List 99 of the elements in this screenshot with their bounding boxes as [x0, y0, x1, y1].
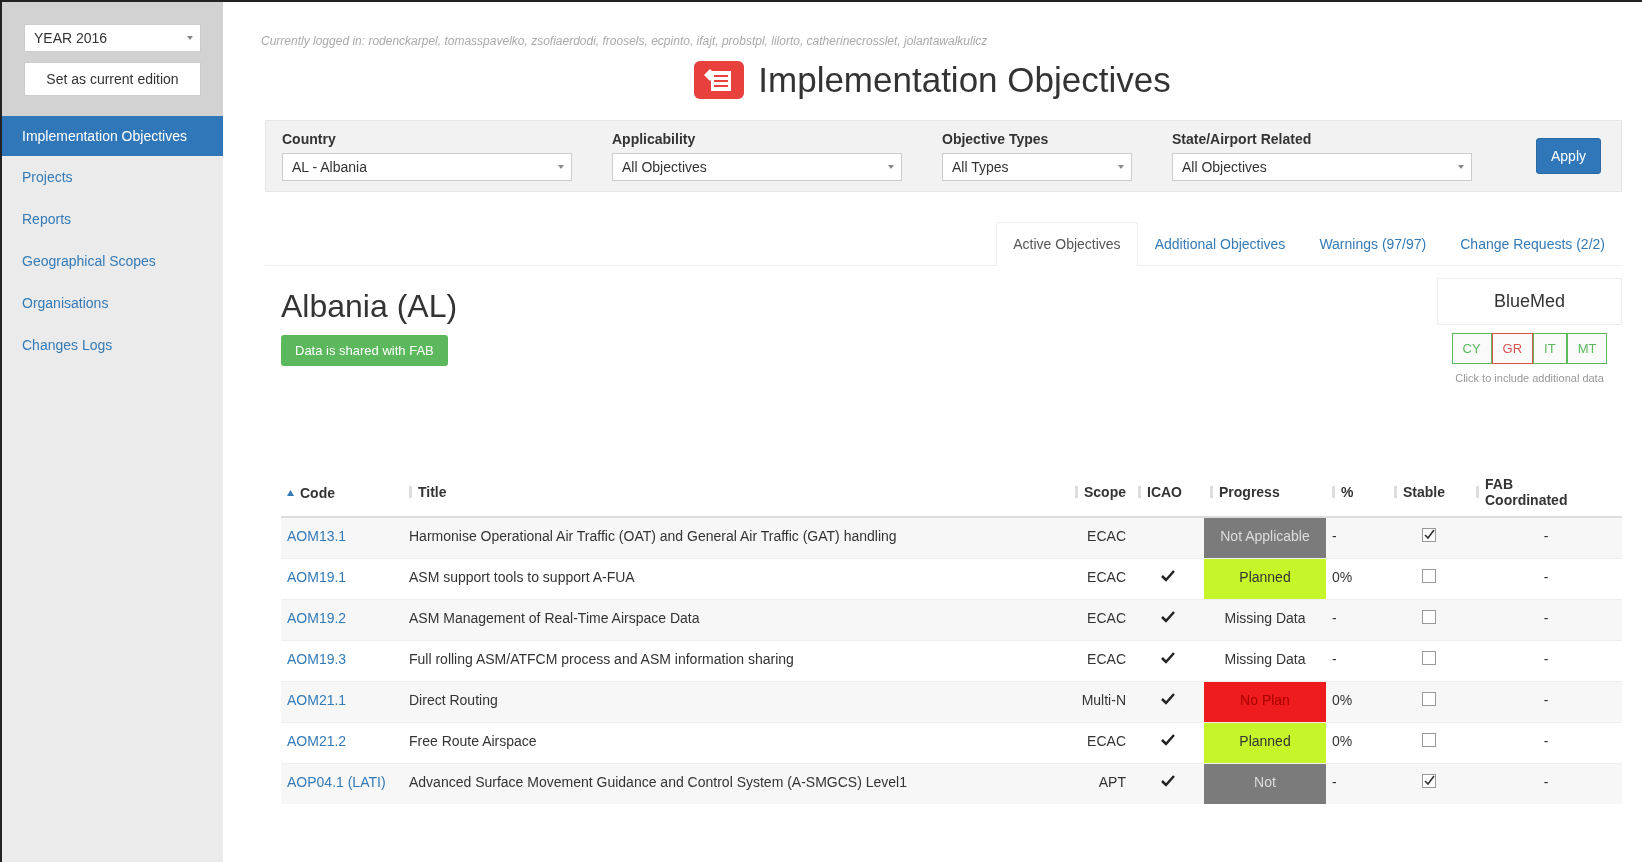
table-cell: -	[1543, 569, 1549, 585]
filter-label: Applicability	[612, 131, 697, 147]
objective-code-link[interactable]: AOM19.2	[287, 610, 347, 626]
filter-select[interactable]: All Types	[942, 153, 1132, 181]
stable-checkbox[interactable]	[1422, 610, 1436, 624]
caret-icon	[1457, 163, 1465, 171]
country-chip[interactable]: CY	[1451, 333, 1492, 364]
caret-icon	[887, 163, 895, 171]
set-current-edition-button[interactable]: Set as current edition	[24, 62, 201, 96]
table-cell: -	[1543, 610, 1549, 626]
check-icon	[1161, 611, 1175, 623]
logged-in-users: Currently logged in: rodenckarpel, tomasspavelko, zsofiaerdodi, froosels, ecpinto, ifajt, probstpl, lilorto, catherinecrosslet, jolantawalkulicz	[260, 33, 989, 48]
sidebar-item[interactable]: Implementation Objectives	[2, 116, 223, 156]
table-cell: 0%	[1332, 692, 1353, 708]
sidebar-item[interactable]: Geographical Scopes	[2, 240, 223, 282]
check-icon	[1161, 693, 1175, 705]
stable-checkbox[interactable]	[1422, 569, 1436, 583]
table-cell: -	[1332, 774, 1337, 790]
progress-status: Missing Data	[1223, 609, 1307, 628]
table-cell: -	[1332, 528, 1337, 544]
column-header[interactable]: Scope	[1084, 483, 1126, 500]
column-header[interactable]: %	[1341, 483, 1354, 500]
progress-status: Planned	[1204, 723, 1326, 763]
check-icon	[1161, 570, 1175, 582]
table-cell: -	[1543, 733, 1549, 749]
tab[interactable]: Warnings (97/97)	[1302, 222, 1444, 266]
progress-status: Planned	[1204, 559, 1326, 599]
filter-label: Objective Types	[942, 131, 1050, 147]
column-header[interactable]: Title	[418, 483, 447, 500]
country-chip[interactable]: IT	[1533, 333, 1567, 364]
table-cell: ECAC	[1087, 569, 1126, 585]
edition-select[interactable]: YEAR 2016	[24, 24, 201, 52]
country-chip[interactable]: GR	[1491, 333, 1534, 364]
objective-code-link[interactable]: AOM19.3	[287, 651, 347, 667]
progress-status: Not	[1204, 764, 1326, 804]
column-header[interactable]: Code	[300, 485, 335, 501]
progress-status: No Plan	[1204, 682, 1326, 722]
table-cell: Harmonise Operational Air Traffic (OAT) and General Air Traffic (GAT) handling	[409, 528, 897, 544]
objective-code-link[interactable]: AOM21.1	[287, 692, 347, 708]
caret-icon	[557, 163, 565, 171]
column-header[interactable]: Progress	[1219, 483, 1280, 500]
filter-label: State/Airport Related	[1172, 131, 1313, 147]
table-cell: APT	[1098, 774, 1126, 790]
stable-checkbox[interactable]	[1422, 733, 1436, 747]
table-cell: Advanced Surface Movement Guidance and Control System (A-SMGCS) Level1	[409, 774, 907, 790]
stable-checkbox[interactable]	[1422, 651, 1436, 665]
country-heading: Albania (AL)	[281, 288, 458, 325]
objective-code-link[interactable]: AOP04.1 (LATI)	[287, 774, 386, 790]
caret-icon	[1117, 163, 1125, 171]
check-icon	[1161, 734, 1175, 746]
filter-select[interactable]: AL - Albania	[282, 153, 572, 181]
check-icon	[1161, 775, 1175, 787]
filter-label: Country	[282, 131, 337, 147]
objective-code-link[interactable]: AOM19.1	[287, 569, 347, 585]
filter-select[interactable]: All Objectives	[1172, 153, 1472, 181]
sidebar-item[interactable]: Reports	[2, 198, 223, 240]
page-title: Implementation Objectives	[758, 60, 1171, 100]
stable-checkbox[interactable]	[1422, 692, 1436, 706]
table-cell: -	[1543, 528, 1549, 544]
objective-code-link[interactable]: AOM21.2	[287, 733, 347, 749]
table-cell: -	[1543, 651, 1549, 667]
progress-status: Not Applicable	[1204, 518, 1326, 558]
table-cell: ASM support tools to support A-FUA	[409, 569, 635, 585]
table-cell: ECAC	[1087, 733, 1126, 749]
check-icon	[1161, 652, 1175, 664]
fab-hint: Click to include additional data	[1455, 372, 1604, 384]
sidebar-item[interactable]: Projects	[2, 156, 223, 198]
stable-checkbox[interactable]	[1422, 528, 1436, 542]
filter-select[interactable]: All Objectives	[612, 153, 902, 181]
tab[interactable]: Active Objectives	[996, 222, 1138, 266]
column-header[interactable]: Stable	[1403, 483, 1445, 500]
table-cell: -	[1332, 610, 1337, 626]
table-cell: 0%	[1332, 733, 1353, 749]
column-header[interactable]: FAB Coordinated	[1485, 476, 1575, 508]
table-cell: Direct Routing	[409, 692, 498, 708]
shared-badge: Data is shared with FAB	[281, 335, 448, 366]
table-cell: ECAC	[1087, 610, 1126, 626]
fab-name: BlueMed	[1437, 278, 1622, 325]
table-cell: Free Route Airspace	[409, 733, 537, 749]
table-cell: -	[1543, 774, 1549, 790]
apply-button[interactable]: Apply	[1535, 138, 1601, 174]
table-cell: ECAC	[1087, 651, 1126, 667]
sidebar-item[interactable]: Organisations	[2, 282, 223, 324]
sidebar-item[interactable]: Changes Logs	[2, 324, 223, 366]
objectives-icon	[694, 61, 745, 99]
tab[interactable]: Additional Objectives	[1137, 222, 1303, 266]
progress-status: Missing Data	[1223, 650, 1307, 669]
table-cell: -	[1332, 651, 1337, 667]
table-cell: ASM Management of Real-Time Airspace Data	[409, 610, 700, 626]
table-cell: Multi-N	[1081, 692, 1126, 708]
table-cell: 0%	[1332, 569, 1353, 585]
caret-icon	[186, 34, 194, 42]
column-header[interactable]: ICAO	[1147, 483, 1182, 500]
table-cell: Full rolling ASM/ATFCM process and ASM information sharing	[409, 651, 794, 667]
table-cell: -	[1543, 692, 1549, 708]
tab[interactable]: Change Requests (2/2)	[1443, 222, 1622, 266]
table-cell: ECAC	[1087, 528, 1126, 544]
objective-code-link[interactable]: AOM13.1	[287, 528, 347, 544]
stable-checkbox[interactable]	[1422, 774, 1436, 788]
